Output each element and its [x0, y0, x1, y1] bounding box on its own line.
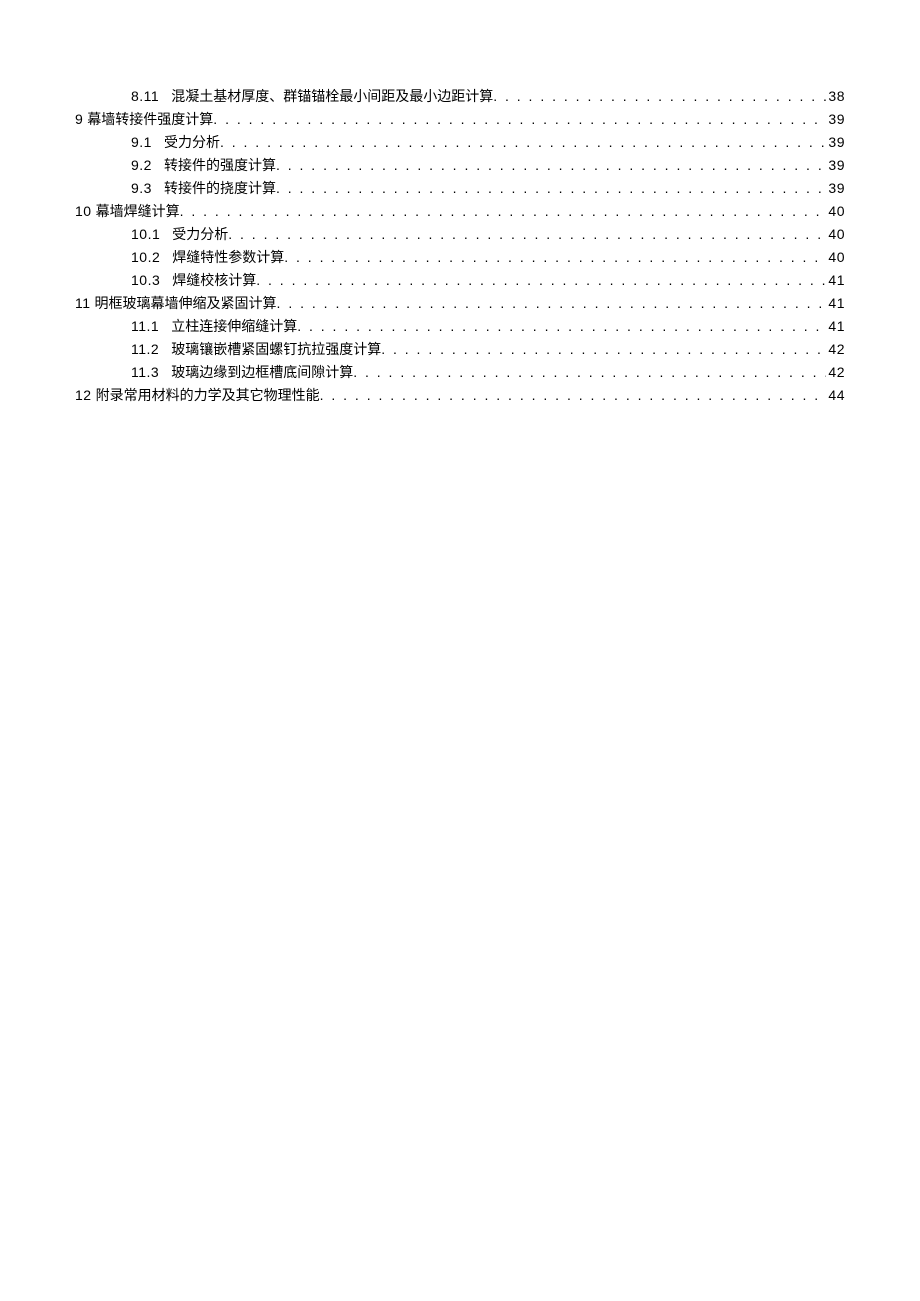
toc-entry-number: 10.3	[131, 269, 160, 292]
toc-entry-number: 10.1	[131, 223, 160, 246]
toc-entry[interactable]: 9.1 受力分析 39	[75, 131, 845, 154]
toc-entry-number: 11	[75, 292, 91, 315]
toc-entry-title: 转接件的挠度计算	[164, 177, 276, 200]
toc-entry[interactable]: 9 幕墙转接件强度计算 39	[75, 108, 845, 131]
toc-entry-page: 41	[826, 292, 845, 315]
toc-leader-dots	[228, 223, 826, 246]
toc-entry-title: 幕墙焊缝计算	[96, 200, 180, 223]
toc-entry[interactable]: 11.1 立柱连接伸缩缝计算 41	[75, 315, 845, 338]
toc-leader-dots	[320, 384, 827, 407]
toc-entry-page: 41	[826, 315, 845, 338]
toc-entry-title: 受力分析	[172, 223, 228, 246]
toc-leader-dots	[256, 269, 826, 292]
toc-leader-dots	[220, 131, 826, 154]
toc-leader-dots	[353, 361, 826, 384]
toc-leader-dots	[493, 85, 826, 108]
toc-entry[interactable]: 10.2 焊缝特性参数计算 40	[75, 246, 845, 269]
toc-entry-number: 9.1	[131, 131, 152, 154]
toc-entry-number: 10.2	[131, 246, 160, 269]
toc-entry-title: 明框玻璃幕墙伸缩及紧固计算	[95, 292, 277, 315]
toc-entry-page: 38	[826, 85, 845, 108]
toc-entry-title: 玻璃镶嵌槽紧固螺钉抗拉强度计算	[171, 338, 381, 361]
toc-leader-dots	[276, 154, 826, 177]
toc-entry[interactable]: 11.2 玻璃镶嵌槽紧固螺钉抗拉强度计算 42	[75, 338, 845, 361]
toc-entry[interactable]: 12 附录常用材料的力学及其它物理性能 44	[75, 384, 845, 407]
toc-entry-page: 44	[826, 384, 845, 407]
toc-entry-title: 焊缝校核计算	[172, 269, 256, 292]
toc-entry-page: 40	[826, 223, 845, 246]
toc-entry-title: 立柱连接伸缩缝计算	[171, 315, 297, 338]
toc-entry-number: 11.3	[131, 361, 159, 384]
toc-entry-title: 混凝土基材厚度、群锚锚栓最小间距及最小边距计算	[171, 85, 493, 108]
toc-entry[interactable]: 10.3 焊缝校核计算 41	[75, 269, 845, 292]
toc-entry-number: 9	[75, 108, 83, 131]
toc-entry-page: 39	[826, 154, 845, 177]
toc-entry-title: 转接件的强度计算	[164, 154, 276, 177]
toc-entry-page: 40	[826, 246, 845, 269]
toc-entry-page: 39	[826, 131, 845, 154]
toc-entry-title: 受力分析	[164, 131, 220, 154]
toc-entry-page: 42	[826, 338, 845, 361]
toc-entry[interactable]: 11.3 玻璃边缘到边框槽底间隙计算 42	[75, 361, 845, 384]
toc-entry[interactable]: 8.11 混凝土基材厚度、群锚锚栓最小间距及最小边距计算 38	[75, 85, 845, 108]
toc-entry-number: 11.2	[131, 338, 159, 361]
toc-entry-page: 39	[826, 177, 845, 200]
toc-entry-title: 附录常用材料的力学及其它物理性能	[96, 384, 320, 407]
toc-entry-number: 12	[75, 384, 92, 407]
toc-entry-page: 41	[826, 269, 845, 292]
toc-leader-dots	[277, 292, 827, 315]
toc-entry-number: 11.1	[131, 315, 159, 338]
toc-leader-dots	[284, 246, 826, 269]
toc-leader-dots	[180, 200, 827, 223]
toc-leader-dots	[213, 108, 826, 131]
toc-entry-page: 39	[826, 108, 845, 131]
table-of-contents: 8.11 混凝土基材厚度、群锚锚栓最小间距及最小边距计算 38 9 幕墙转接件强度…	[75, 85, 845, 407]
toc-entry-number: 9.2	[131, 154, 152, 177]
toc-entry[interactable]: 9.2 转接件的强度计算 39	[75, 154, 845, 177]
toc-entry-number: 8.11	[131, 85, 159, 108]
toc-entry-title: 幕墙转接件强度计算	[87, 108, 213, 131]
toc-leader-dots	[276, 177, 826, 200]
toc-entry-page: 40	[826, 200, 845, 223]
toc-entry-number: 9.3	[131, 177, 152, 200]
toc-entry[interactable]: 9.3 转接件的挠度计算 39	[75, 177, 845, 200]
toc-entry[interactable]: 11 明框玻璃幕墙伸缩及紧固计算 41	[75, 292, 845, 315]
toc-leader-dots	[297, 315, 826, 338]
toc-entry-title: 焊缝特性参数计算	[172, 246, 284, 269]
toc-leader-dots	[381, 338, 826, 361]
toc-entry[interactable]: 10 幕墙焊缝计算 40	[75, 200, 845, 223]
toc-entry-title: 玻璃边缘到边框槽底间隙计算	[171, 361, 353, 384]
toc-entry[interactable]: 10.1 受力分析 40	[75, 223, 845, 246]
toc-entry-page: 42	[826, 361, 845, 384]
toc-entry-number: 10	[75, 200, 92, 223]
